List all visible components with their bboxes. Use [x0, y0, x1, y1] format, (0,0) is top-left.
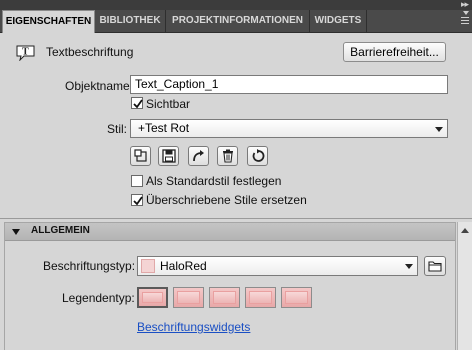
object-type-label: Textbeschriftung	[46, 45, 134, 59]
apply-style-button[interactable]	[188, 146, 209, 166]
caption-widgets-link[interactable]: Beschriftungswidgets	[137, 320, 250, 334]
chevron-down-icon	[402, 258, 416, 274]
general-section-title: ALLGEMEIN	[31, 225, 90, 236]
accessibility-button[interactable]: Barrierefreiheit...	[343, 42, 446, 62]
legend-type-option-2[interactable]	[173, 287, 204, 308]
general-section-header[interactable]: ALLGEMEIN	[5, 223, 455, 241]
section-divider	[0, 218, 472, 219]
style-dropdown-value: +Test Rot	[138, 121, 190, 135]
visible-checkbox[interactable]	[131, 97, 143, 109]
refresh-icon	[252, 149, 265, 162]
tab-bibliothek[interactable]: BIBLIOTHEK	[95, 10, 166, 32]
legend-type-option-3[interactable]	[209, 287, 240, 308]
tab-eigenschaften[interactable]: EIGENSCHAFTEN	[2, 10, 95, 33]
caption-type-value: HaloRed	[160, 259, 207, 273]
panel-menu-caret-icon	[463, 11, 469, 15]
delete-style-button[interactable]	[217, 146, 238, 166]
reset-style-icon	[134, 149, 147, 162]
trash-icon	[223, 149, 233, 163]
override-styles-checkbox[interactable]	[131, 194, 143, 206]
share-arrow-icon	[193, 150, 204, 162]
caption-preview-icon	[141, 259, 155, 273]
section-scrollbar[interactable]	[457, 222, 472, 350]
default-style-checkbox[interactable]	[131, 175, 143, 187]
object-name-field[interactable]: Text_Caption_1	[130, 75, 448, 94]
folder-icon	[428, 261, 442, 272]
legend-type-label: Legendentyp:	[62, 291, 135, 305]
checkmark-icon	[133, 196, 143, 206]
tab-projektinformationen[interactable]: PROJEKTINFORMATIONEN	[166, 10, 310, 32]
legend-type-option-4[interactable]	[245, 287, 276, 308]
expand-panel-icon[interactable]: ▸▸	[461, 0, 469, 9]
style-dropdown[interactable]: +Test Rot	[130, 119, 448, 138]
legend-type-option-1[interactable]	[137, 287, 168, 308]
visible-label: Sichtbar	[146, 97, 191, 111]
default-style-label: Als Standardstil festlegen	[146, 174, 282, 188]
reset-style-button[interactable]	[130, 146, 151, 166]
browse-folder-button[interactable]	[424, 256, 446, 276]
chevron-down-icon	[432, 121, 446, 136]
object-name-label: Objektname:	[65, 79, 134, 93]
scroll-up-icon[interactable]	[461, 228, 469, 233]
panel-menu-icon	[461, 17, 469, 18]
override-styles-label: Überschriebene Stile ersetzen	[146, 193, 307, 207]
panel-menu-button[interactable]	[458, 10, 472, 32]
save-icon	[162, 149, 176, 163]
svg-text:T: T	[22, 47, 29, 58]
tab-bar: EIGENSCHAFTEN BIBLIOTHEK PROJEKTINFORMAT…	[0, 10, 472, 33]
style-label: Stil:	[107, 122, 128, 136]
refresh-style-button[interactable]	[247, 146, 268, 166]
collapse-triangle-icon	[12, 229, 20, 235]
caption-type-dropdown[interactable]: HaloRed	[137, 256, 418, 276]
tab-widgets[interactable]: WIDGETS	[310, 10, 367, 32]
legend-type-option-5[interactable]	[281, 287, 312, 308]
text-caption-icon: T	[16, 45, 36, 64]
panel-top-bar: ▸▸	[0, 0, 472, 10]
save-style-button[interactable]	[158, 146, 179, 166]
caption-type-label: Beschriftungstyp:	[43, 259, 136, 273]
checkmark-icon	[133, 99, 143, 109]
